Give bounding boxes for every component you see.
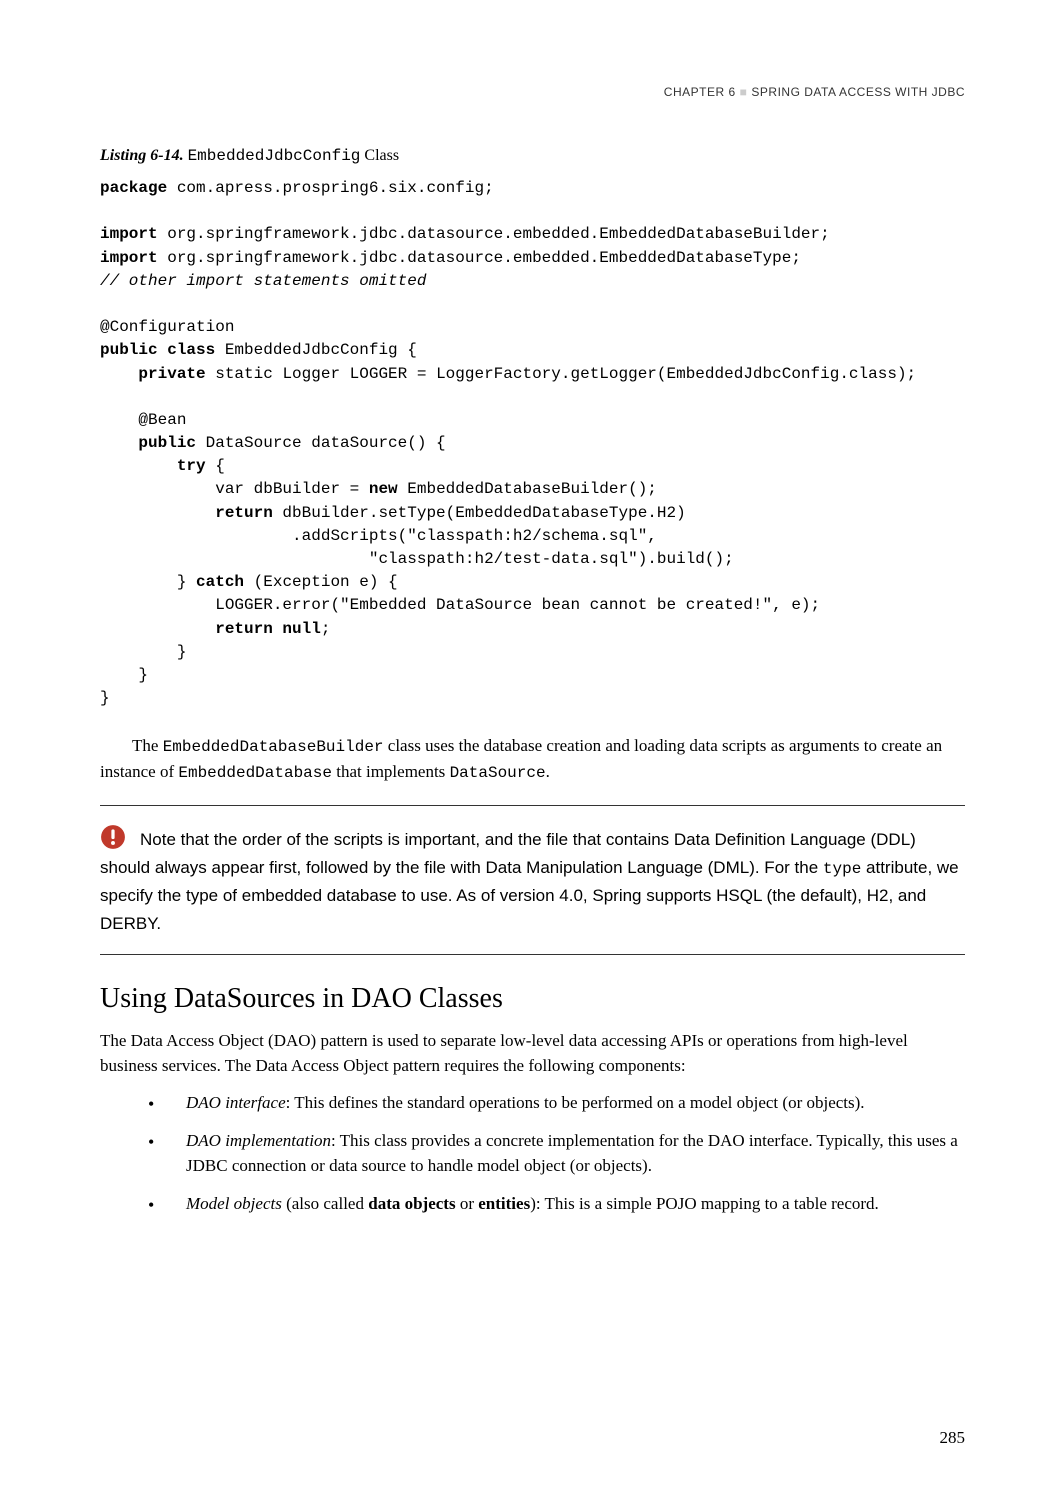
section-heading: Using DataSources in DAO Classes (100, 983, 965, 1015)
body-paragraph-1: The EmbeddedDatabaseBuilder class uses t… (100, 734, 965, 784)
chapter-label: CHAPTER 6 (664, 85, 736, 99)
list-item: Model objects (also called data objects … (148, 1192, 965, 1217)
dao-list: DAO interface: This defines the standard… (148, 1091, 965, 1218)
listing-caption: Listing 6-14. EmbeddedJdbcConfig Class (100, 147, 965, 165)
page-header: CHAPTER 6 ■SPRING DATA ACCESS WITH JDBC (100, 85, 965, 99)
list-item: DAO interface: This defines the standard… (148, 1091, 965, 1116)
listing-class: EmbeddedJdbcConfig (188, 147, 361, 165)
divider-bottom (100, 954, 965, 955)
chapter-title: SPRING DATA ACCESS WITH JDBC (751, 85, 965, 99)
listing-suffix: Class (364, 147, 399, 164)
note-block: Note that the order of the scripts is im… (100, 826, 965, 939)
page-number: 285 (940, 1428, 966, 1448)
section-intro: The Data Access Object (DAO) pattern is … (100, 1029, 965, 1078)
code-listing: package com.apress.prospring6.six.config… (100, 177, 965, 710)
divider-top (100, 805, 965, 806)
header-separator: ■ (740, 85, 748, 99)
warning-icon (100, 824, 126, 850)
listing-number: Listing 6-14. (100, 147, 184, 164)
list-item: DAO implementation: This class provides … (148, 1129, 965, 1178)
